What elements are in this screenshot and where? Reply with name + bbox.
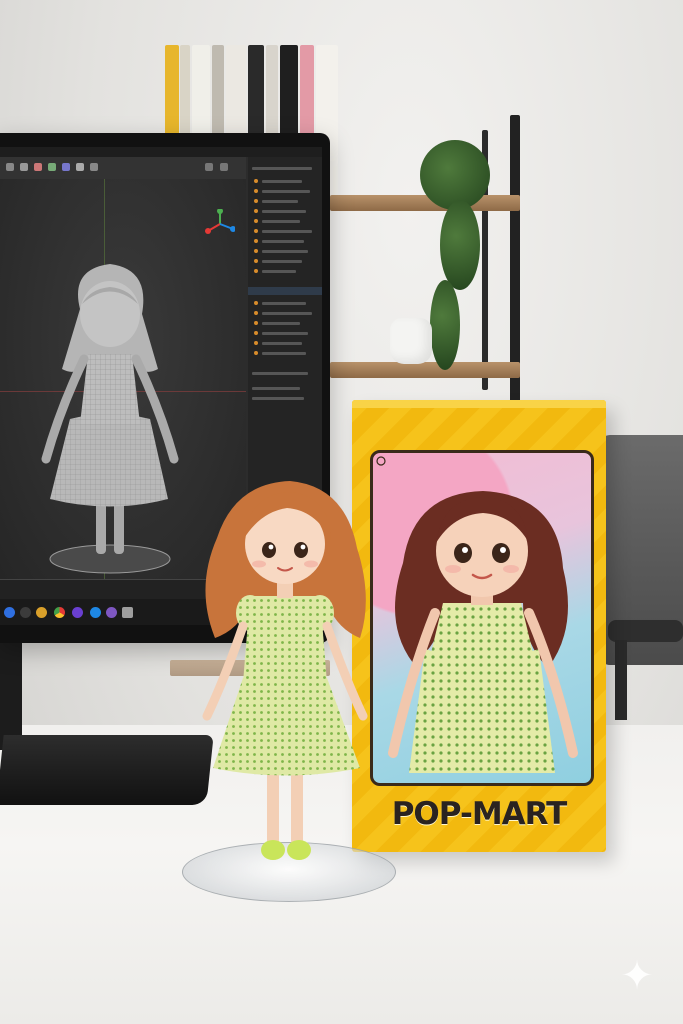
plant-leaves (430, 280, 460, 370)
figure-3d-model (41, 264, 179, 574)
taskbar-app-icon (72, 607, 83, 618)
tool-icon (62, 163, 70, 171)
tool-icon (20, 163, 28, 171)
tool-icon (34, 163, 42, 171)
plant-leaves (420, 140, 490, 210)
taskbar-app-icon (122, 607, 133, 618)
taskbar-app-icon (36, 607, 47, 618)
tool-icon (90, 163, 98, 171)
brand-logo-text: POP-MART (391, 796, 568, 832)
tool-icon (220, 163, 228, 171)
box-character-illustration (376, 456, 578, 773)
navigation-gizmo-icon (205, 209, 235, 234)
sparkle-icon: ✦ (620, 954, 654, 998)
monitor-stand-neck (0, 640, 22, 750)
taskbar-app-icon (54, 607, 65, 618)
chair-arm (608, 620, 683, 642)
tool-icon (76, 163, 84, 171)
product-box-window (370, 450, 594, 786)
app-menubar (0, 147, 322, 160)
tool-icon (6, 163, 14, 171)
chair-leg (615, 640, 627, 720)
taskbar-app-icon (20, 607, 31, 618)
tool-icon (205, 163, 213, 171)
taskbar-app-icon (4, 607, 15, 618)
plant-leaves (440, 200, 480, 290)
shelf-board-upper (330, 195, 520, 211)
monitor-stand-base (0, 735, 214, 805)
taskbar-app-icon (106, 607, 117, 618)
tool-icon (48, 163, 56, 171)
product-box-top-edge (352, 400, 606, 408)
photo-scene: POP-MART ✦ (0, 0, 683, 1024)
figurine (202, 481, 368, 860)
shelf-board-lower (330, 362, 520, 378)
plant-pot (390, 318, 432, 364)
taskbar-app-icon (90, 607, 101, 618)
